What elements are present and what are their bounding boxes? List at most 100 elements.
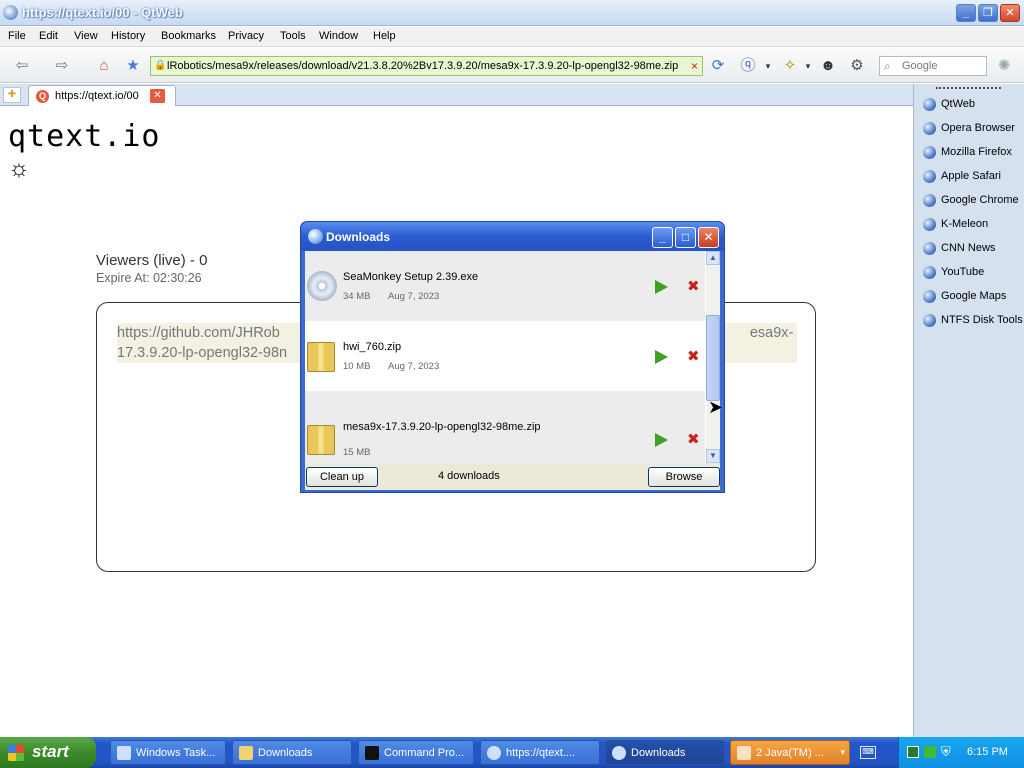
globe-icon xyxy=(923,194,936,207)
close-tab-icon[interactable]: ✕ xyxy=(150,89,165,103)
magic-wand-icon[interactable]: ✧ xyxy=(780,56,800,76)
globe-icon xyxy=(923,98,936,111)
address-input[interactable]: lRobotics/mesa9x/releases/download/v21.3… xyxy=(167,60,687,72)
group-dropdown-icon[interactable]: ▾ xyxy=(840,747,845,758)
privacy-agent-icon[interactable]: ☻ xyxy=(818,56,838,76)
folder-icon xyxy=(239,746,253,760)
sidebar-item-kmeleon[interactable]: K-Meleon xyxy=(923,216,1023,234)
sidebar-item-safari[interactable]: Apple Safari xyxy=(923,168,1023,186)
bookmark-star-icon[interactable]: ★ xyxy=(123,56,143,76)
search-field[interactable]: ⌕ Google xyxy=(879,56,987,76)
taskbar-item-label: Downloads xyxy=(258,747,313,759)
cmd-icon xyxy=(365,746,379,760)
sidebar-item-cnn[interactable]: CNN News xyxy=(923,240,1023,258)
search-icon: ⌕ xyxy=(884,59,891,73)
sidebar-item-firefox[interactable]: Mozilla Firefox xyxy=(923,144,1023,162)
taskbar-item-label: 2 Java(TM) ... xyxy=(756,747,824,759)
menu-privacy[interactable]: Privacy xyxy=(228,30,264,42)
sidebar-item-ntfs[interactable]: NTFS Disk Tools xyxy=(923,312,1023,330)
taskbar-item-qtweb[interactable]: https://qtext.... xyxy=(480,740,600,765)
forward-arrow-icon[interactable]: ⇨ xyxy=(52,56,72,76)
home-icon[interactable]: ⌂ xyxy=(94,56,114,76)
globe-icon xyxy=(923,218,936,231)
taskbar-item-label: Downloads xyxy=(631,747,686,759)
taskbar-item-task-manager[interactable]: Windows Task... xyxy=(110,740,226,765)
downloads-titlebar[interactable]: Downloads _ □ ✕ xyxy=(301,222,724,251)
mouse-cursor-icon: ➤ xyxy=(708,397,724,417)
window-titlebar[interactable]: https://qtext.io/00 - QtWeb _ ❐ ✕ xyxy=(0,0,1024,26)
menu-view[interactable]: View xyxy=(74,30,98,42)
sidebar-item-opera[interactable]: Opera Browser xyxy=(923,120,1023,138)
remove-x-icon[interactable]: ✖ xyxy=(687,279,700,294)
open-play-icon[interactable] xyxy=(655,433,668,447)
sidebar-item-youtube[interactable]: YouTube xyxy=(923,264,1023,282)
menu-edit[interactable]: Edit xyxy=(39,30,58,42)
scroll-up-arrow-icon[interactable]: ▲ xyxy=(706,251,720,265)
dialog-minimize-button[interactable]: _ xyxy=(652,227,673,248)
taskbar-item-command-prompt[interactable]: Command Pro... xyxy=(358,740,474,765)
open-play-icon[interactable] xyxy=(655,280,668,294)
theme-toggle-sun-icon[interactable]: ☼ xyxy=(8,157,30,181)
sidebar-item-google-maps[interactable]: Google Maps xyxy=(923,288,1023,306)
list-item[interactable]: mesa9x-17.3.9.20-lp-opengl32-98me.zip 15… xyxy=(305,391,705,463)
maximize-button[interactable]: ❐ xyxy=(978,4,998,22)
tab-qtext[interactable]: Q https://qtext.io/00 ✕ xyxy=(28,85,176,106)
browse-button[interactable]: Browse xyxy=(648,467,720,487)
wand-dropdown-icon[interactable]: ▾ xyxy=(798,56,818,76)
java-icon xyxy=(737,746,751,760)
sidebar-item-label: Google Chrome xyxy=(941,194,1019,206)
clean-up-button[interactable]: Clean up xyxy=(306,467,378,487)
navigation-toolbar: ⇦ ⇨ ⌂ ★ 🔒 lRobotics/mesa9x/releases/down… xyxy=(0,48,1024,83)
remove-x-icon[interactable]: ✖ xyxy=(687,432,700,447)
download-size: 15 MB xyxy=(343,447,371,458)
site-title[interactable]: qtext.io xyxy=(8,119,161,154)
list-item[interactable]: SeaMonkey Setup 2.39.exe 34 MB Aug 7, 20… xyxy=(305,251,705,321)
scroll-down-arrow-icon[interactable]: ▼ xyxy=(706,449,720,463)
dialog-maximize-button[interactable]: □ xyxy=(675,227,696,248)
open-play-icon[interactable] xyxy=(655,350,668,364)
network-icon[interactable] xyxy=(907,746,919,758)
taskbar-item-downloads-dialog[interactable]: Downloads xyxy=(605,740,725,765)
menu-history[interactable]: History xyxy=(111,30,145,42)
downloads-footer: Clean up 4 downloads Browse xyxy=(305,463,720,490)
sidebar-item-label: Apple Safari xyxy=(941,170,1001,182)
taskbar-item-java-group[interactable]: 2 Java(TM) ... ▾ xyxy=(730,740,850,765)
security-shield-icon[interactable]: ⛨ xyxy=(941,744,951,760)
taskbar-item-label: https://qtext.... xyxy=(506,747,576,759)
back-arrow-icon[interactable]: ⇦ xyxy=(12,56,32,76)
minimize-button[interactable]: _ xyxy=(956,4,976,22)
menu-file[interactable]: File xyxy=(8,30,26,42)
list-item[interactable]: hwi_760.zip 10 MB Aug 7, 2023 ✖ xyxy=(305,321,705,391)
new-tab-icon[interactable]: ✚ xyxy=(3,87,21,103)
sidebar-drag-handle[interactable] xyxy=(936,87,1001,89)
options-gear-icon[interactable]: ✺ xyxy=(994,56,1014,76)
clock[interactable]: 6:15 PM xyxy=(967,746,1008,758)
menu-bookmarks[interactable]: Bookmarks xyxy=(161,30,216,42)
sidebar-item-label: YouTube xyxy=(941,266,985,278)
menu-help[interactable]: Help xyxy=(373,30,396,42)
qtweb-dropdown-icon[interactable]: ▾ xyxy=(758,56,778,76)
dialog-close-button[interactable]: ✕ xyxy=(698,227,719,248)
system-tray: ⛨ 6:15 PM xyxy=(898,737,1024,768)
lock-icon: 🔒 xyxy=(154,60,167,71)
scrollbar-thumb[interactable] xyxy=(706,315,720,401)
globe-icon xyxy=(923,122,936,135)
menu-window[interactable]: Window xyxy=(319,30,358,42)
sidebar-item-chrome[interactable]: Google Chrome xyxy=(923,192,1023,210)
start-button[interactable]: start xyxy=(0,737,96,768)
download-date: Aug 7, 2023 xyxy=(388,291,440,302)
status-icon[interactable] xyxy=(924,746,936,758)
qtweb-menu-icon[interactable]: ⓠ xyxy=(738,56,758,76)
sidebar-item-qtweb[interactable]: QtWeb xyxy=(923,96,1023,114)
taskbar-item-downloads-folder[interactable]: Downloads xyxy=(232,740,352,765)
settings-gear-icon[interactable]: ⚙ xyxy=(847,56,867,76)
windows-taskbar: start Windows Task... Downloads Command … xyxy=(0,737,1024,768)
remove-x-icon[interactable]: ✖ xyxy=(687,349,700,364)
reload-icon[interactable]: ⟳ xyxy=(708,56,728,76)
menu-tools[interactable]: Tools xyxy=(280,30,306,42)
vertical-scrollbar[interactable]: ▲ ▼ xyxy=(706,251,720,463)
keyboard-icon[interactable]: ⌨ xyxy=(860,746,876,759)
clear-url-icon[interactable]: × xyxy=(691,59,698,73)
address-bar[interactable]: 🔒 lRobotics/mesa9x/releases/download/v21… xyxy=(150,56,703,76)
close-button[interactable]: ✕ xyxy=(1000,4,1020,22)
